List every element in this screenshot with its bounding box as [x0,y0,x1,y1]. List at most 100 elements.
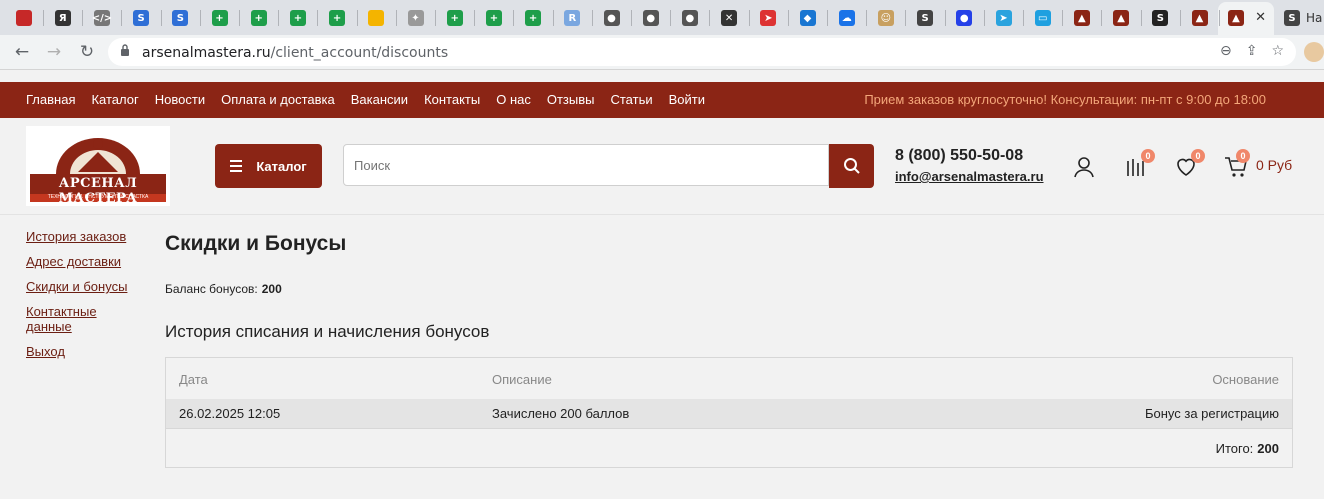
browser-tab[interactable]: + [318,4,357,32]
cart-total[interactable]: 0 Руб [1256,157,1292,173]
browser-tab[interactable]: ◆ [788,4,827,32]
logo-subtext: ТЕХНОЛОГИИ. ИНСТРУМЕНТ. ОСНАСТКА [47,194,149,200]
arsenal-icon: ▲ [1228,10,1244,26]
browser-tab[interactable]: + [514,4,553,32]
eagle-icon: ✦ [407,10,424,26]
lock-icon [121,44,129,56]
column-header-basis: Основание [1212,372,1279,387]
browser-tab[interactable]: ➤ [984,4,1023,32]
telegram-icon: ➤ [995,10,1012,26]
browser-tab[interactable]: + [474,4,513,32]
nav-link-4[interactable]: Вакансии [351,92,408,107]
site-logo[interactable]: АРСЕНАЛ МАСТЕРА ТЕХНОЛОГИИ. ИНСТРУМЕНТ. … [26,126,170,206]
browser-tab[interactable]: ▲ [1102,4,1141,32]
browser-tab[interactable]: + [435,4,474,32]
balance-label: Баланс бонусов: [165,282,258,296]
cell-date: 26.02.2025 12:05 [179,406,281,421]
sidebar-item-delivery-address[interactable]: Адрес доставки [26,254,146,269]
url-text: arsenalmastera.ru/client_account/discoun… [142,45,449,61]
nav-link-1[interactable]: Каталог [91,92,138,107]
browser-tab[interactable] [357,4,396,32]
page-title: Скидки и Бонусы [165,232,347,255]
search-input[interactable] [343,144,829,186]
sidebar-item-logout[interactable]: Выход [26,344,146,359]
zoom-icon[interactable]: ⊖ [1220,43,1232,59]
total-label: Итого: [1215,441,1254,456]
forward-icon[interactable]: → [43,41,65,63]
blue-swirl-icon: S [172,10,189,26]
browser-tab[interactable]: S [1141,4,1180,32]
globe-icon: ● [681,10,698,26]
browser-tab[interactable]: + [278,4,317,32]
phone-number[interactable]: 8 (800) 550-50-08 [895,147,1023,165]
column-header-description: Описание [492,372,552,387]
extension-icon[interactable] [1304,42,1324,62]
browser-tab[interactable]: ● [945,4,984,32]
tools-icon: ✕ [721,10,738,26]
user-icon [1074,157,1094,178]
nav-link-8[interactable]: Статьи [610,92,652,107]
browser-tab[interactable]: ☺ [866,4,905,32]
close-icon[interactable]: ✕ [1255,10,1266,25]
sidebar-item-contact-data[interactable]: Контактные данные [26,304,116,334]
nav-link-9[interactable]: Войти [669,92,705,107]
nav-link-0[interactable]: Главная [26,92,75,107]
compare-button[interactable]: 0 [1124,149,1155,179]
reload-icon[interactable]: ↻ [76,41,98,63]
bonus-balance: Баланс бонусов: 200 [165,282,282,296]
search-button[interactable] [829,144,874,188]
tab-separator [1219,10,1220,26]
browser-tab[interactable]: ● [631,4,670,32]
browser-tab[interactable]: S [122,4,161,32]
bookmark-star-icon[interactable]: ☆ [1271,43,1284,59]
nav-link-2[interactable]: Новости [155,92,205,107]
account-button[interactable] [1072,155,1096,179]
browser-toolbar: ← → ↻ arsenalmastera.ru/client_account/d… [0,35,1324,70]
browser-tab[interactable]: ➤ [749,4,788,32]
browser-tab[interactable]: ▲ [1062,4,1101,32]
browser-tab[interactable]: S [906,4,945,32]
browser-tab[interactable]: ✦ [396,4,435,32]
hours-notice: Прием заказов круглосуточно! Консультаци… [864,92,1266,107]
browser-tab[interactable]: ● [670,4,709,32]
browser-tab[interactable]: ▭ [1023,4,1062,32]
nav-link-5[interactable]: Контакты [424,92,480,107]
column-header-date: Дата [179,372,208,387]
cart-button[interactable]: 0 [1224,149,1250,179]
browser-tab[interactable] [4,4,43,32]
nav-link-6[interactable]: О нас [496,92,531,107]
browser-tab[interactable]: </> [82,4,121,32]
browser-tab[interactable]: S [161,4,200,32]
green-sheet-icon: + [329,10,346,26]
nav-link-7[interactable]: Отзывы [547,92,595,107]
share-icon[interactable]: ⇪ [1246,43,1258,59]
browser-tab[interactable]: + [239,4,278,32]
table-row: 26.02.2025 12:05 Зачислено 200 баллов Бо… [166,399,1292,429]
catalog-label: Каталог [256,158,307,174]
browser-tab[interactable]: ✕ [710,4,749,32]
tab-next[interactable]: S На [1280,4,1324,32]
tab-active[interactable]: ▲ ✕ [1218,2,1274,35]
back-icon[interactable]: ← [11,41,33,63]
browser-tab[interactable]: ▲ [1180,4,1219,32]
nav-link-3[interactable]: Оплата и доставка [221,92,335,107]
green-sheet-icon: + [211,10,228,26]
multicolor-circle-icon [368,10,385,26]
sidebar-item-order-history[interactable]: История заказов [26,229,146,244]
table-header: Дата Описание Основание [166,358,1292,400]
favorites-button[interactable]: 0 [1174,149,1205,179]
browser-tab[interactable]: ● [592,4,631,32]
browser-tab[interactable]: Я [43,4,82,32]
browser-tab[interactable]: R [553,4,592,32]
address-bar[interactable]: arsenalmastera.ru/client_account/discoun… [108,38,1296,66]
s-letter-icon: S [917,10,934,26]
sidebar-item-discounts[interactable]: Скидки и бонусы [26,279,146,294]
browser-tab[interactable]: ☁ [827,4,866,32]
globe-icon: ● [603,10,620,26]
browser-tab[interactable]: + [200,4,239,32]
s-letter-icon: S [1284,10,1300,26]
table-total: Итого: 200 [1216,441,1279,456]
cell-basis: Бонус за регистрацию [1144,406,1279,421]
catalog-button[interactable]: Каталог [215,144,322,188]
email-link[interactable]: info@arsenalmastera.ru [895,169,1044,184]
